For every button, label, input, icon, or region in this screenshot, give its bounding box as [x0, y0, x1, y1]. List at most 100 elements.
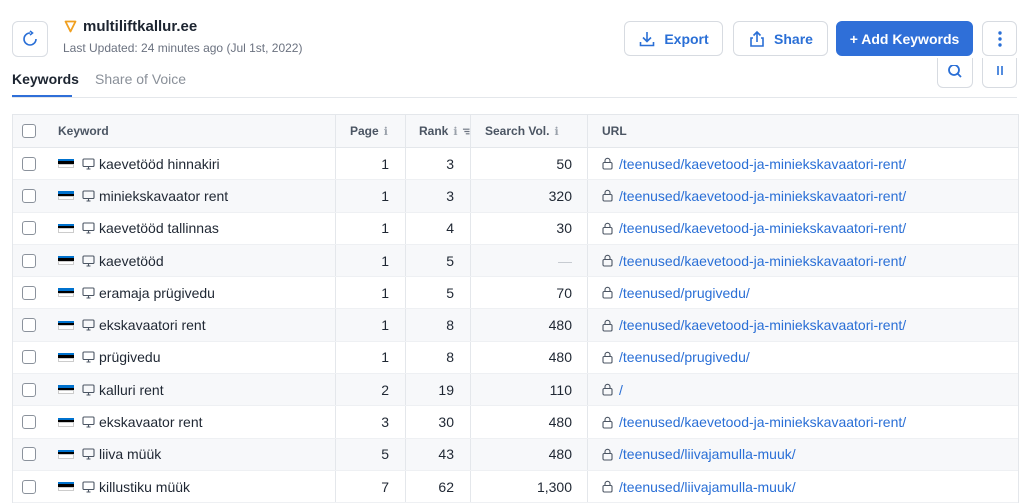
flag-estonia-icon [58, 223, 74, 233]
table-row[interactable]: kaevetööd 1 5— /teenused/kaevetood-ja-minie… [13, 244, 1018, 278]
row-checkbox[interactable] [22, 382, 36, 397]
refresh-button[interactable] [12, 21, 48, 57]
header-checkbox-cell [13, 115, 45, 147]
page-column-header[interactable]: Page ℹ [335, 115, 405, 147]
table-row[interactable]: kaevetööd hinnakiri 1 3 50/teenused/kaeveto… [13, 148, 1018, 181]
desktop-icon [82, 384, 95, 396]
keyword-cell: killustiku müük [45, 471, 335, 502]
row-checkbox[interactable] [22, 479, 36, 494]
more-options-button[interactable] [982, 21, 1017, 56]
url-link[interactable]: /teenused/liivajamulla-muuk/ [619, 446, 796, 462]
url-link[interactable]: / [619, 382, 623, 398]
keyword-text[interactable]: eramaja prügivedu [99, 285, 215, 301]
url-link[interactable]: /teenused/kaevetood-ja-miniekskavaatori-… [619, 414, 906, 430]
keyword-text[interactable]: kaevetööd [99, 253, 164, 269]
rank-cell: 4 [405, 212, 470, 244]
search-vol-cell: 30 [470, 212, 587, 244]
table-row[interactable]: killustiku müük 7 62 1,300/teenused/liivaja… [13, 470, 1018, 503]
row-checkbox-cell [13, 148, 45, 179]
last-updated: Last Updated: 24 minutes ago (Jul 1st, 2… [63, 41, 303, 55]
select-all-checkbox[interactable] [22, 124, 36, 138]
keyword-text[interactable]: killustiku müük [99, 479, 190, 495]
table-row[interactable]: ekskavaatori rent 1 8 480/teenused/kaevetoo… [13, 309, 1018, 342]
row-checkbox[interactable] [22, 221, 36, 236]
share-button[interactable]: Share [733, 21, 828, 56]
toolbar-extra-icon [996, 65, 1003, 75]
row-checkbox-cell [13, 277, 45, 308]
row-checkbox[interactable] [22, 447, 36, 462]
url-cell: /teenused/prugivedu/ [587, 277, 1018, 309]
flag-estonia-icon [58, 320, 74, 330]
search-button[interactable] [937, 58, 973, 88]
table-row[interactable]: ekskavaator rent 3 30 480/teenused/kaevetoo… [13, 406, 1018, 439]
keyword-cell: ekskavaator rent [45, 406, 335, 437]
desktop-icon [82, 254, 95, 267]
search-icon [948, 64, 962, 78]
table-row[interactable]: eramaja prügivedu 1 5 70/teenused/prugivedu… [13, 277, 1018, 310]
rank-header-label: Rank [419, 124, 449, 138]
keyword-text[interactable]: miniekskavaator rent [99, 188, 228, 204]
row-checkbox-cell [13, 180, 45, 211]
rank-cell: 8 [405, 309, 470, 341]
url-link[interactable]: /teenused/kaevetood-ja-miniekskavaatori-… [619, 188, 906, 204]
info-icon: ℹ [554, 125, 559, 138]
keyword-cell: kaevetööd [45, 245, 335, 276]
keyword-text[interactable]: ekskavaator rent [99, 414, 203, 430]
rank-column-header[interactable]: Rank ℹ [405, 115, 470, 147]
url-cell: / [587, 374, 1018, 406]
url-link[interactable]: /teenused/kaevetood-ja-miniekskavaatori-… [619, 317, 906, 333]
table-row[interactable]: kalluri rent 2 19 110 / [13, 374, 1018, 407]
url-column-header[interactable]: URL [587, 115, 1018, 147]
url-link[interactable]: /teenused/liivajamulla-muuk/ [619, 479, 796, 495]
url-link[interactable]: /teenused/prugivedu/ [619, 349, 750, 365]
lock-icon [602, 383, 613, 396]
rank-cell: 3 [405, 180, 470, 212]
keyword-text[interactable]: kaevetööd tallinnas [99, 220, 219, 236]
row-checkbox-cell [13, 342, 45, 373]
desktop-icon [82, 222, 95, 234]
lock-icon [602, 416, 613, 429]
keyword-cell: kaevetööd hinnakiri [45, 148, 335, 179]
row-checkbox[interactable] [22, 415, 36, 430]
desktop-icon [82, 319, 95, 331]
search-vol-cell: 50 [470, 148, 587, 180]
url-link[interactable]: /teenused/kaevetood-ja-miniekskavaatori-… [619, 156, 906, 172]
url-link[interactable]: /teenused/prugivedu/ [619, 285, 750, 301]
desktop-icon [82, 287, 95, 299]
keyword-text[interactable]: kaevetööd hinnakiri [99, 156, 220, 172]
search-vol-cell: 480 [470, 341, 587, 374]
row-checkbox-cell [13, 439, 45, 470]
download-icon [640, 31, 655, 46]
export-button[interactable]: Export [624, 21, 723, 56]
keyword-text[interactable]: liiva müük [99, 446, 161, 462]
keyword-text[interactable]: kalluri rent [99, 382, 164, 398]
search-vol-header-label: Search Vol. [485, 124, 550, 138]
row-checkbox[interactable] [22, 350, 36, 365]
row-checkbox[interactable] [22, 188, 36, 203]
table-row[interactable]: miniekskavaator rent 1 3 320/teenused/kaeve… [13, 180, 1018, 213]
table-row[interactable]: prügivedu 1 8 480/teenused/prugivedu/ [13, 341, 1018, 375]
table-row[interactable]: liiva müük 5 43 480/teenused/liivajamulla-m… [13, 438, 1018, 471]
keyword-text[interactable]: ekskavaatori rent [99, 317, 206, 333]
flag-estonia-icon [58, 385, 74, 395]
keyword-column-header[interactable]: Keyword [45, 115, 335, 147]
flag-estonia-icon [58, 159, 74, 169]
row-checkbox[interactable] [22, 253, 36, 268]
search-vol-column-header[interactable]: Search Vol. ℹ [470, 115, 587, 147]
search-vol-cell: 70 [470, 277, 587, 309]
flag-estonia-icon [58, 449, 74, 459]
row-checkbox[interactable] [22, 318, 36, 333]
flag-estonia-icon [58, 482, 74, 492]
add-keywords-button[interactable]: + Add Keywords [836, 21, 973, 56]
row-checkbox[interactable] [22, 285, 36, 300]
toolbar-extra-button[interactable] [982, 58, 1017, 88]
tab-keywords[interactable]: Keywords [12, 71, 79, 87]
row-checkbox[interactable] [22, 156, 36, 171]
url-link[interactable]: /teenused/kaevetood-ja-miniekskavaatori-… [619, 220, 906, 236]
table-row[interactable]: kaevetööd tallinnas 1 4 30/teenused/kaeveto… [13, 212, 1018, 245]
keyword-cell: ekskavaatori rent [45, 309, 335, 340]
keyword-text[interactable]: prügivedu [99, 349, 161, 365]
url-link[interactable]: /teenused/kaevetood-ja-miniekskavaatori-… [619, 253, 906, 269]
rank-cell: 5 [405, 244, 470, 277]
tab-share-of-voice[interactable]: Share of Voice [95, 71, 186, 87]
